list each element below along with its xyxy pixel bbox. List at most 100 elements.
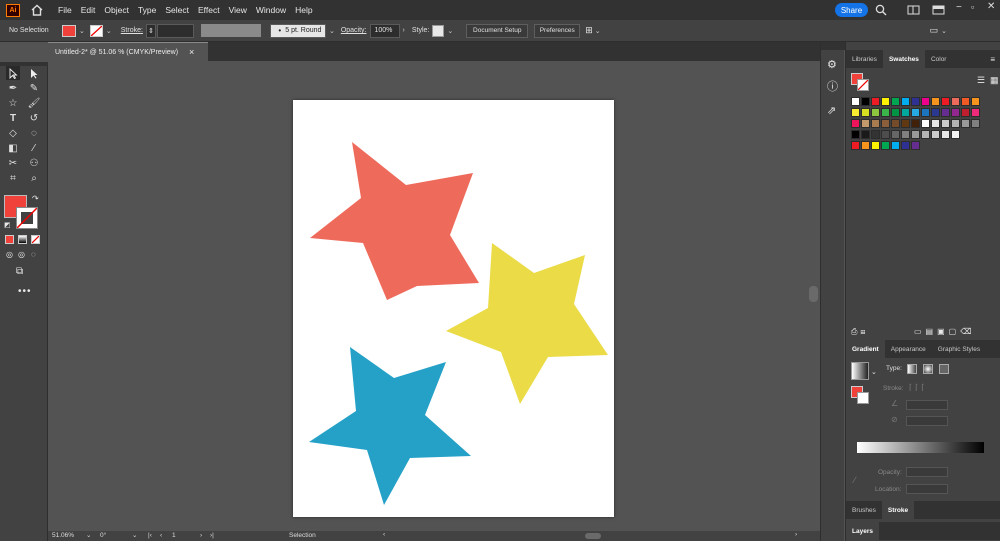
color-swatch[interactable] [901,141,910,150]
artboard-number[interactable]: 1 [172,532,176,539]
rotate-tool-icon[interactable]: ↺ [27,111,41,125]
swatch-stroke-indicator[interactable] [857,79,869,91]
scroll-left-icon[interactable]: ‹ [383,531,385,538]
pen-tool-icon[interactable]: ✒ [6,81,20,95]
stroke-weight-stepper[interactable]: ⇕ [145,23,156,38]
tab-brushes[interactable]: Brushes [846,501,882,519]
info-icon[interactable]: ⓘ [827,78,838,94]
chevron-down-icon[interactable]: ⌄ [871,368,877,376]
color-swatch[interactable] [941,97,950,106]
edit-toolbar-icon[interactable]: ••• [18,286,32,297]
eyedropper-icon[interactable]: ⁄ [854,475,856,485]
menu-window[interactable]: Window [256,5,286,15]
shape-builder-tool-icon[interactable]: ✂ [6,156,20,170]
menu-view[interactable]: View [229,5,247,15]
gradient-opacity-dropdown[interactable] [906,467,948,477]
color-swatch[interactable] [941,108,950,117]
tab-color[interactable]: Color [925,50,953,68]
color-swatch[interactable] [931,108,940,117]
color-swatch[interactable] [951,108,960,117]
color-swatch[interactable] [871,141,880,150]
color-swatch[interactable] [891,119,900,128]
stroke-label[interactable]: Stroke: [121,27,143,34]
color-swatch[interactable] [951,97,960,106]
color-swatch[interactable] [851,130,860,139]
gradient-location-dropdown[interactable] [906,484,948,494]
menu-edit[interactable]: Edit [81,5,96,15]
color-swatch[interactable] [921,108,930,117]
screen-mode-icon[interactable]: ⧉ [16,266,23,277]
gradient-preview[interactable] [851,362,869,380]
tab-appearance[interactable]: Appearance [885,340,932,358]
color-swatch[interactable] [861,141,870,150]
color-swatch[interactable] [851,97,860,106]
draw-normal-icon[interactable]: ◎ [6,250,13,259]
color-swatch[interactable] [891,97,900,106]
tab-gradient[interactable]: Gradient [846,340,885,358]
freeform-gradient-icon[interactable] [939,364,949,374]
preferences-button[interactable]: Preferences [534,23,581,38]
opacity-field[interactable]: 100% [369,23,400,38]
eyedropper-tool-icon[interactable]: ⁄ [27,141,41,155]
color-swatch[interactable] [971,97,980,106]
color-swatch[interactable] [891,108,900,117]
tab-graphic-styles[interactable]: Graphic Styles [932,340,986,358]
red-star[interactable] [310,142,479,300]
color-swatch[interactable] [871,130,880,139]
color-swatch[interactable] [961,97,970,106]
color-swatch[interactable] [931,119,940,128]
close-window-icon[interactable]: ✕ [987,1,995,12]
color-swatch[interactable] [911,119,920,128]
more-options-icon[interactable]: ▭ [930,25,939,36]
scrollbar-thumb[interactable] [809,286,818,302]
color-swatch[interactable] [951,119,960,128]
chevron-down-icon[interactable]: ⌄ [79,27,85,35]
artboard[interactable] [293,100,614,517]
none-mode-icon[interactable] [31,235,40,244]
tab-stroke[interactable]: Stroke [881,501,915,519]
color-swatch[interactable] [921,119,930,128]
color-swatch[interactable] [931,97,940,106]
color-swatch[interactable] [861,108,870,117]
paintbrush-tool-icon[interactable]: 🖌︎ [27,96,41,110]
gradient-mode-icon[interactable] [18,235,27,244]
color-swatch[interactable] [861,97,870,106]
graphic-style-swatch[interactable] [432,24,445,37]
color-swatch[interactable] [871,108,880,117]
color-swatch[interactable] [901,119,910,128]
fill-color-swatch[interactable] [62,24,76,37]
workspace-switcher-icon[interactable] [932,4,945,16]
color-swatch[interactable] [911,141,920,150]
color-swatch[interactable] [921,130,930,139]
color-swatch[interactable] [901,97,910,106]
brush-definition-dropdown[interactable]: • 5 pt. Round [269,23,326,38]
swap-colors-icon[interactable]: ↷ [32,194,39,203]
document-tab[interactable]: Untitled-2* @ 51.06 % (CMYK/Preview) × [48,42,208,61]
panel-menu-icon[interactable]: ≡ [990,55,995,64]
tab-swatches[interactable]: Swatches [882,50,925,68]
menu-type[interactable]: Type [138,5,156,15]
direct-selection-tool-icon[interactable] [27,66,41,80]
color-swatch[interactable] [881,97,890,106]
first-artboard-icon[interactable]: |‹ [148,532,152,539]
color-swatch[interactable] [851,108,860,117]
export-icon[interactable]: ⇗ [827,104,836,117]
color-swatch[interactable] [921,97,930,106]
stroke-color-box[interactable] [16,207,38,229]
menu-select[interactable]: Select [165,5,189,15]
chevron-down-icon[interactable]: ⌄ [941,27,947,35]
color-swatch[interactable] [941,130,950,139]
horizontal-scrollbar-thumb[interactable] [585,533,601,539]
color-swatch[interactable] [901,130,910,139]
document-setup-button[interactable]: Document Setup [466,23,529,38]
chevron-down-icon[interactable]: ⌄ [106,27,112,35]
share-button[interactable]: Share [835,3,868,17]
color-swatch[interactable] [931,130,940,139]
gradient-slider[interactable] [857,442,984,453]
color-swatch[interactable] [891,130,900,139]
color-swatch[interactable] [961,119,970,128]
grid-view-icon[interactable]: ▦ [990,75,999,86]
chevron-down-icon[interactable]: ⌄ [132,531,137,539]
last-artboard-icon[interactable]: ›| [210,532,214,539]
stroke-weight-field[interactable] [156,23,194,38]
